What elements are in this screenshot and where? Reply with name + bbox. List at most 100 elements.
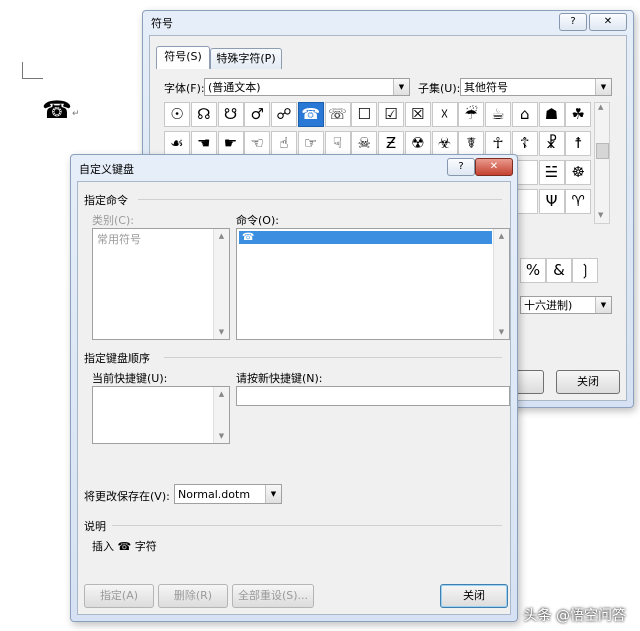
command-list-item[interactable]: ☎: [239, 231, 492, 244]
keyboard-dialog-close-button[interactable]: 关闭: [440, 584, 508, 608]
save-in-select-value: Normal.dotm: [178, 488, 251, 501]
keyboard-help-button[interactable]: ?: [447, 158, 475, 176]
symbol-cell[interactable]: ☛: [217, 131, 244, 156]
scroll-up-icon[interactable]: ▲: [598, 103, 603, 111]
symbol-dialog-title: 符号: [151, 17, 173, 30]
symbol-cell[interactable]: ☙: [164, 131, 190, 156]
new-key-input[interactable]: [236, 386, 510, 406]
command-list[interactable]: ☎ ▲ ▼: [236, 228, 510, 340]
watermark: 头条 @悟空问答: [523, 608, 626, 624]
current-keys-list[interactable]: ▲ ▼: [92, 386, 230, 444]
symbol-cell[interactable]: ☓: [431, 102, 458, 127]
symbol-grid-scrollbar[interactable]: ▲ ▼: [594, 102, 610, 224]
symbol-cell[interactable]: ☧: [538, 131, 565, 156]
new-key-label: 请按新快捷键(N):: [236, 372, 323, 385]
symbol-cell[interactable]: ☦: [511, 131, 538, 156]
section-divider: [164, 357, 502, 358]
scroll-down-icon[interactable]: ▼: [214, 429, 229, 443]
symbol-cell[interactable]: Ψ: [538, 189, 565, 214]
paragraph-mark: ↵: [72, 109, 80, 119]
tab-special-characters[interactable]: 特殊字符(P): [210, 48, 282, 69]
recent-symbol[interactable]: ❳: [572, 258, 598, 283]
category-label: 类别(C):: [92, 214, 134, 227]
font-select[interactable]: (普通文本) ▼: [204, 78, 410, 96]
scroll-up-icon[interactable]: ▲: [494, 229, 509, 243]
symbol-cell[interactable]: ☞: [297, 131, 324, 156]
symbol-dialog-close-button[interactable]: 关闭: [556, 370, 620, 394]
current-keys-label: 当前快捷键(U):: [92, 372, 168, 385]
symbol-close-button[interactable]: ✕: [589, 13, 627, 31]
symbol-cell[interactable]: ☒: [404, 102, 431, 127]
scroll-up-icon[interactable]: ▲: [214, 387, 229, 401]
symbol-cell[interactable]: ☢: [404, 131, 431, 156]
symbol-cell[interactable]: ☎: [297, 102, 324, 127]
symbol-cell[interactable]: ☟: [324, 131, 351, 156]
symbol-cell[interactable]: ☸: [565, 160, 592, 185]
scroll-up-icon[interactable]: ▲: [214, 229, 229, 243]
remove-button[interactable]: 删除(R): [158, 584, 228, 608]
chevron-down-icon: ▼: [265, 485, 281, 503]
assign-button[interactable]: 指定(A): [84, 584, 154, 608]
symbol-cell[interactable]: ☐: [351, 102, 378, 127]
symbol-cell[interactable]: ☏: [324, 102, 351, 127]
keyboard-dialog-body: 指定命令 类别(C): 常用符号 ▲ ▼ 命令(O): ☎ ▲ ▼ 指定键盘顺序…: [77, 181, 511, 615]
symbol-cell[interactable]: ☝: [271, 131, 297, 156]
keyboard-close-button[interactable]: ✕: [475, 158, 513, 176]
symbol-cell[interactable]: Ƶ: [378, 131, 404, 156]
symbol-cell[interactable]: ☣: [431, 131, 458, 156]
symbol-cell[interactable]: ☠: [351, 131, 378, 156]
symbol-cell[interactable]: ☜: [244, 131, 271, 156]
reset-all-button[interactable]: 全部重设(S)...: [232, 584, 314, 608]
chevron-down-icon: ▼: [393, 79, 409, 95]
scroll-down-icon[interactable]: ▼: [494, 325, 509, 339]
symbol-cell[interactable]: ♈: [565, 189, 592, 214]
symbol-cell[interactable]: ☕: [485, 102, 511, 127]
symbol-cell[interactable]: ☱: [538, 160, 565, 185]
customize-keyboard-dialog: 自定义键盘 ? ✕ 指定命令 类别(C): 常用符号 ▲ ▼ 命令(O): ☎ …: [70, 154, 518, 622]
scroll-down-icon[interactable]: ▼: [214, 325, 229, 339]
current-keys-scrollbar[interactable]: ▲ ▼: [213, 387, 229, 443]
document-phone-symbol: ☎: [42, 96, 72, 124]
list-item[interactable]: 常用符号: [97, 231, 141, 247]
subset-select[interactable]: 其他符号 ▼: [460, 78, 612, 96]
save-in-select[interactable]: Normal.dotm ▼: [174, 484, 282, 504]
recent-symbol[interactable]: &: [546, 258, 572, 283]
recent-symbol[interactable]: %: [520, 258, 546, 283]
chevron-down-icon: ▼: [595, 79, 611, 95]
description-text: 插入 ☎ 字符: [92, 540, 157, 553]
section-divider: [112, 525, 502, 526]
symbol-cell[interactable]: ☚: [190, 131, 217, 156]
symbol-help-button[interactable]: ?: [559, 13, 587, 31]
symbol-cell[interactable]: ☥: [485, 131, 511, 156]
tab-symbols[interactable]: 符号(S): [156, 46, 210, 69]
symbol-cell[interactable]: ☔: [458, 102, 485, 127]
subset-select-value: 其他符号: [464, 81, 508, 94]
command-scrollbar[interactable]: ▲ ▼: [493, 229, 509, 339]
symbol-cell[interactable]: ☗: [538, 102, 565, 127]
font-label: 字体(F):: [164, 82, 205, 95]
description-heading: 说明: [84, 520, 106, 533]
symbol-cell[interactable]: ☊: [190, 102, 217, 127]
code-from-select-value: 十六进制): [524, 299, 573, 312]
save-in-label: 将更改保存在(V):: [84, 490, 170, 503]
symbol-cell[interactable]: ☘: [565, 102, 592, 127]
category-scrollbar[interactable]: ▲ ▼: [213, 229, 229, 339]
insertion-mark: [22, 62, 43, 79]
symbol-cell[interactable]: ☨: [565, 131, 592, 156]
scroll-down-icon[interactable]: ▼: [598, 211, 603, 219]
symbol-cell[interactable]: ☉: [164, 102, 190, 127]
scroll-thumb[interactable]: [596, 143, 609, 159]
symbol-cell[interactable]: ☤: [458, 131, 485, 156]
section-divider: [138, 199, 502, 200]
recent-symbols: % & ❳: [520, 258, 598, 284]
symbol-cell[interactable]: ☍: [271, 102, 297, 127]
symbol-cell[interactable]: ♂: [244, 102, 271, 127]
specify-command-heading: 指定命令: [84, 194, 128, 207]
symbol-cell[interactable]: ☋: [217, 102, 244, 127]
symbol-cell[interactable]: ☑: [378, 102, 404, 127]
command-list-item-label: ☎: [242, 232, 255, 243]
category-list[interactable]: 常用符号 ▲ ▼: [92, 228, 230, 340]
font-select-value: (普通文本): [208, 81, 261, 94]
code-from-select[interactable]: 十六进制) ▼: [520, 296, 612, 314]
symbol-cell[interactable]: ⌂: [511, 102, 538, 127]
